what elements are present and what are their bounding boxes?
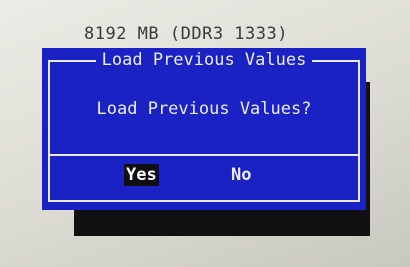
- dialog-frame: [48, 60, 360, 202]
- yes-button[interactable]: Yes: [124, 164, 159, 186]
- dialog-title: Load Previous Values: [42, 50, 366, 70]
- dialog-question: Load Previous Values?: [96, 99, 312, 119]
- memory-info-text: 8192 MB (DDR3 1333): [84, 24, 288, 44]
- load-previous-values-dialog: Load Previous Values Load Previous Value…: [42, 48, 366, 210]
- dialog-divider: [48, 154, 360, 156]
- no-button[interactable]: No: [229, 164, 253, 186]
- dialog-title-label: Load Previous Values: [95, 50, 313, 70]
